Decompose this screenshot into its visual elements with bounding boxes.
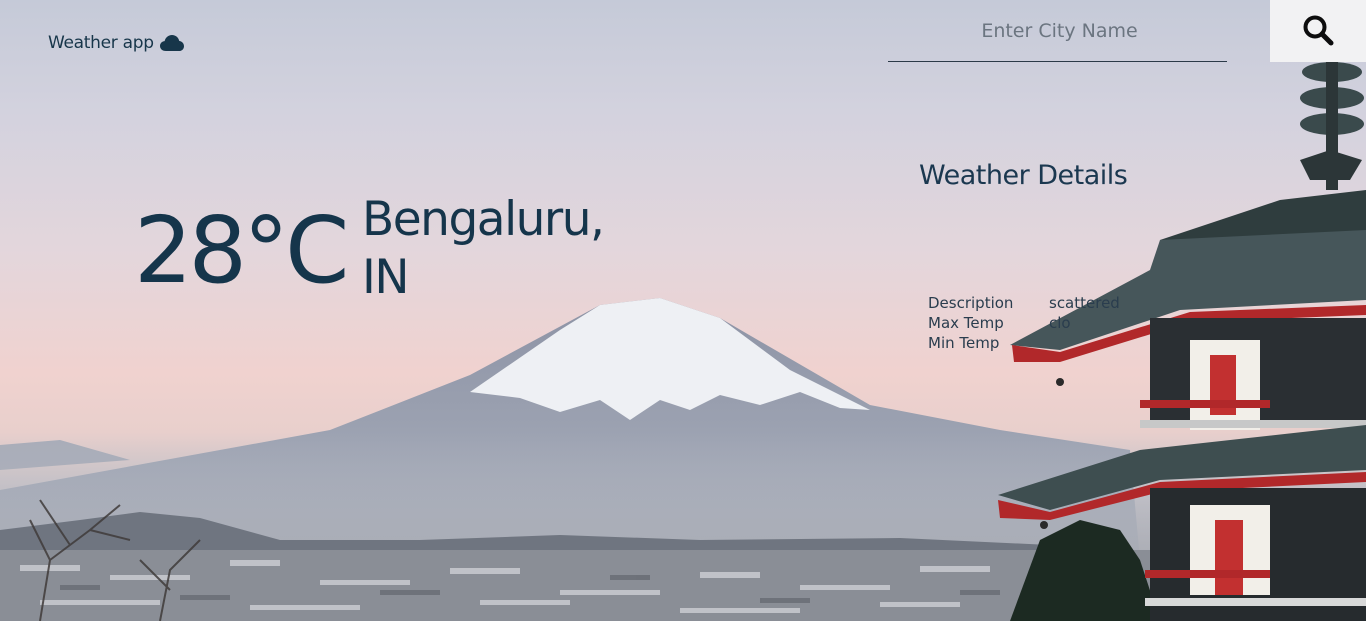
background-landscape — [0, 60, 1366, 621]
details-value: scattered — [1049, 294, 1120, 312]
details-label: Min Temp — [928, 334, 1000, 352]
weather-app-page: Weather app 28°C Bengaluru, IN Weather D… — [0, 0, 1366, 621]
weather-details-title: Weather Details — [919, 160, 1128, 191]
details-value: clo — [1049, 314, 1071, 332]
details-row-max-temp: Max Temp clo — [928, 313, 1119, 333]
details-label: Description — [928, 294, 1014, 312]
search-icon — [1302, 14, 1334, 49]
weather-details-table: Description scattered Max Temp clo Min T… — [928, 293, 1120, 353]
search-button[interactable] — [1270, 0, 1366, 62]
cloud-icon — [159, 34, 184, 52]
brand: Weather app — [48, 33, 184, 53]
details-row-description: Description scattered — [928, 293, 1120, 313]
details-row-min-temp: Min Temp — [928, 333, 1119, 353]
city-search-input[interactable] — [888, 0, 1231, 62]
details-value — [1049, 333, 1119, 353]
city-line: Bengaluru, — [362, 192, 605, 247]
search-bar — [888, 0, 1231, 62]
city-name: Bengaluru, IN — [362, 191, 605, 307]
country-line: IN — [362, 250, 410, 305]
app-title: Weather app — [48, 33, 154, 53]
current-temperature: 28°C — [134, 197, 349, 304]
details-label: Max Temp — [928, 314, 1004, 332]
